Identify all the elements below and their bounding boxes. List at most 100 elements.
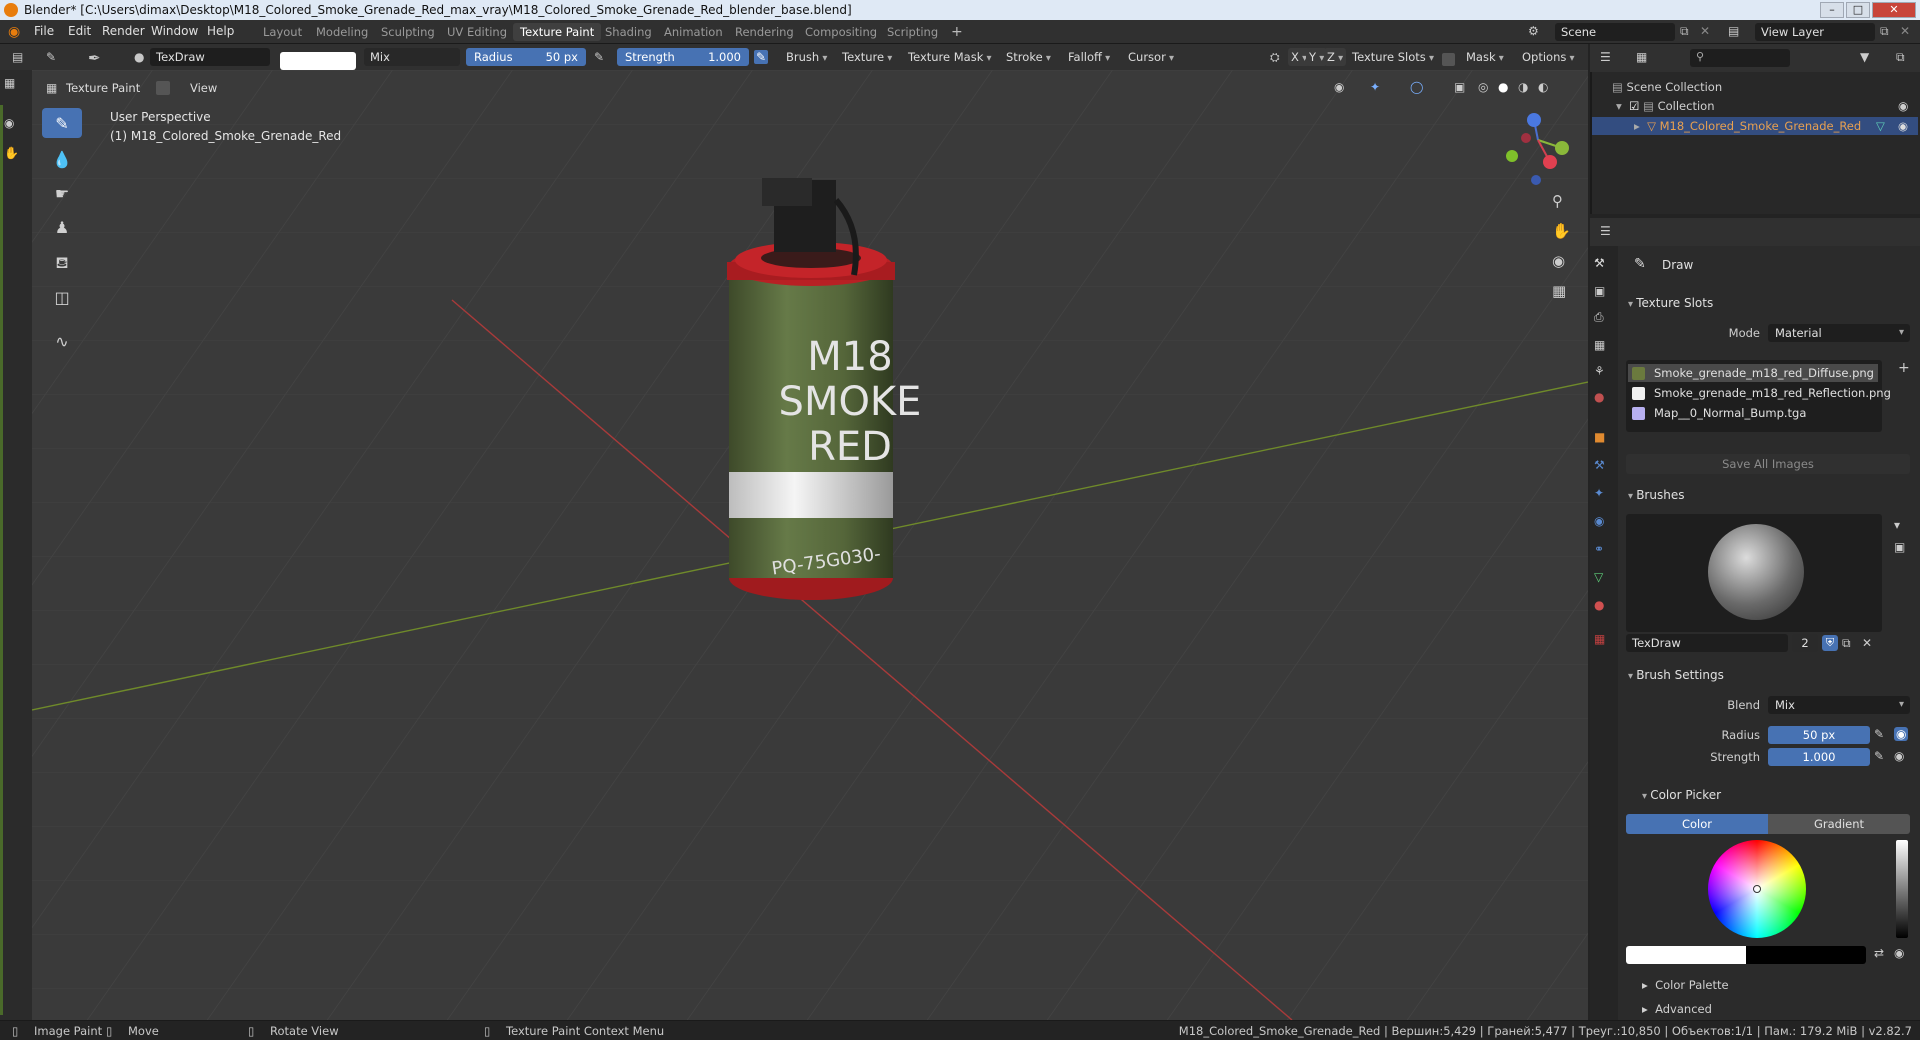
display-mode-icon[interactable]: ▦ [1636,50,1647,64]
strength-unit-props-icon[interactable]: ◉ [1894,749,1904,763]
mask-tool[interactable]: ◫ [42,282,82,312]
tab-world-icon[interactable]: ● [1594,390,1604,404]
gradient-tab[interactable]: Gradient [1768,814,1910,834]
texture-mode-dropdown[interactable]: Material [1768,324,1910,342]
editor-mode-icon[interactable]: ▦ [4,76,15,90]
paint-mask-toggle[interactable] [156,81,170,95]
brush-settings-header[interactable]: Brush Settings [1628,668,1724,682]
view-menu[interactable]: View [190,81,217,95]
menu-window[interactable]: Window [151,24,198,38]
tab-scene-icon[interactable]: ⚘ [1594,364,1605,378]
tab-particles-icon[interactable]: ✦ [1594,486,1604,500]
gizmo-toggle-icon[interactable]: ✦ [1370,80,1380,94]
tab-texture-paint[interactable]: Texture Paint [513,23,602,41]
texture-slots-dropdown[interactable]: Texture Slots [1348,48,1438,66]
xray-toggle-icon[interactable]: ▣ [1454,80,1465,94]
texture-slots-header[interactable]: Texture Slots [1628,296,1713,310]
add-workspace-icon[interactable]: + [944,23,970,41]
tree-object-grenade[interactable]: ▸ ▽ M18_Colored_Smoke_Grenade_Red ▽ ◉ [1592,117,1918,135]
editor-type-icon[interactable]: ▤ [12,50,23,64]
texture-dropdown[interactable]: Texture [838,48,896,66]
material-shading-icon[interactable]: ◑ [1518,80,1528,94]
annotate-tool[interactable]: ∿ [42,326,82,356]
swap-colors-icon[interactable]: ⇄ [1874,946,1884,960]
mask-checkbox[interactable] [1442,53,1455,66]
tab-physics-icon[interactable]: ◉ [1594,514,1604,528]
strength-slider-props[interactable]: 1.000 [1768,748,1870,766]
cursor-dropdown[interactable]: Cursor [1124,48,1178,66]
menu-edit[interactable]: Edit [68,24,91,38]
brush-list-dropdown-icon[interactable]: ▾ [1894,518,1900,532]
tree-scene-collection[interactable]: ▤ Scene Collection [1612,78,1722,96]
radius-slider-props[interactable]: 50 px [1768,726,1870,744]
unlink-brush-icon[interactable]: ✕ [1862,636,1872,650]
strength-pressure-props-icon[interactable]: ✎ [1874,749,1884,763]
tab-modifiers-icon[interactable]: ⚒ [1594,458,1605,472]
menu-help[interactable]: Help [207,24,234,38]
menu-render[interactable]: Render [102,24,145,38]
object-visibility-icon[interactable]: ◉ [1898,117,1908,135]
expand-icon[interactable]: ▾ [1616,99,1629,113]
strength-pressure-icon[interactable]: ✎ [754,50,769,64]
close-window-button[interactable]: ✕ [1872,2,1916,18]
outliner-type-icon[interactable]: ☰ [1600,50,1611,64]
ortho-toggle-icon[interactable]: ▦ [1552,282,1566,300]
falloff-dropdown[interactable]: Falloff [1064,48,1114,66]
camera-view-icon[interactable]: ◉ [1552,252,1565,270]
brush-image-icon[interactable]: ▣ [1894,540,1905,554]
maximize-button[interactable]: □ [1846,2,1870,18]
clone-tool[interactable]: ♟ [42,212,82,242]
tab-compositing[interactable]: Compositing [798,23,884,41]
tab-scripting[interactable]: Scripting [880,23,945,41]
scene-selector[interactable]: Scene [1555,23,1675,41]
texture-slot-normal[interactable]: Map__0_Normal_Bump.tga [1628,404,1878,422]
color-palette-header[interactable]: ▸ Color Palette [1642,978,1729,992]
stroke-dropdown[interactable]: Stroke [1002,48,1055,66]
primary-secondary-color-swatch[interactable] [1626,946,1866,964]
tab-constraints-icon[interactable]: ⚭ [1594,542,1604,556]
blender-menu-icon[interactable]: ◉ [8,24,24,40]
tab-modeling[interactable]: Modeling [309,23,375,41]
fake-user-icon[interactable]: ● [134,50,144,64]
tab-material-icon[interactable]: ● [1594,598,1604,612]
view-layer-icon[interactable]: ▤ [1728,24,1739,38]
new-collection-icon[interactable]: ⧉ [1896,50,1905,65]
texture-mask-dropdown[interactable]: Texture Mask [904,48,996,66]
texture-slot-diffuse[interactable]: Smoke_grenade_m18_red_Diffuse.png [1628,364,1878,382]
brush-color-swatch[interactable] [280,52,356,70]
hand-mode-icon[interactable]: ✋ [4,146,19,160]
tab-animation[interactable]: Animation [657,23,730,41]
symmetry-icon[interactable]: ⛭ [1270,50,1280,65]
options-dropdown[interactable]: Options [1518,48,1579,66]
tab-render-icon[interactable]: ▣ [1594,284,1605,298]
soften-tool[interactable]: 💧 [42,144,82,174]
tab-data-icon[interactable]: ▽ [1594,570,1603,584]
tab-shading[interactable]: Shading [598,23,659,41]
save-all-images-button[interactable]: Save All Images [1626,454,1910,474]
tab-uv-editing[interactable]: UV Editing [440,23,514,41]
duplicate-brush-icon[interactable]: ⧉ [1842,636,1851,651]
new-scene-icon[interactable]: ⧉ [1680,24,1689,39]
brushes-header[interactable]: Brushes [1628,488,1684,502]
pan-hand-icon[interactable]: ✋ [1552,222,1571,240]
properties-type-icon[interactable]: ☰ [1600,224,1611,238]
menu-file[interactable]: File [34,24,54,38]
overlay-toggle-icon[interactable]: ◯ [1410,80,1423,94]
color-wheel-cursor[interactable] [1753,885,1761,893]
filter-icon[interactable]: ▼ [1860,50,1869,64]
zoom-icon[interactable]: ⚲ [1552,192,1563,210]
brush-icon[interactable]: ✒ [88,49,101,67]
strength-slider[interactable]: Strength 1.000 [617,48,749,66]
tab-view-layer-icon[interactable]: ▦ [1594,338,1605,352]
radius-pressure-props-icon[interactable]: ✎ [1874,727,1884,741]
add-texture-slot-button[interactable]: + [1898,360,1910,376]
minimize-button[interactable]: – [1820,2,1844,18]
tab-output-icon[interactable]: ⎙ [1594,310,1604,325]
collection-visibility-icon[interactable]: ◉ [1898,99,1908,113]
blend-dropdown[interactable]: Mix [1768,696,1910,714]
solid-shading-icon[interactable]: ● [1498,80,1508,94]
texture-slot-reflection[interactable]: Smoke_grenade_m18_red_Reflection.png [1628,384,1891,402]
color-wheel[interactable] [1708,840,1806,938]
visibility-icon[interactable]: ◉ [1334,80,1344,94]
value-slider[interactable] [1896,840,1908,938]
